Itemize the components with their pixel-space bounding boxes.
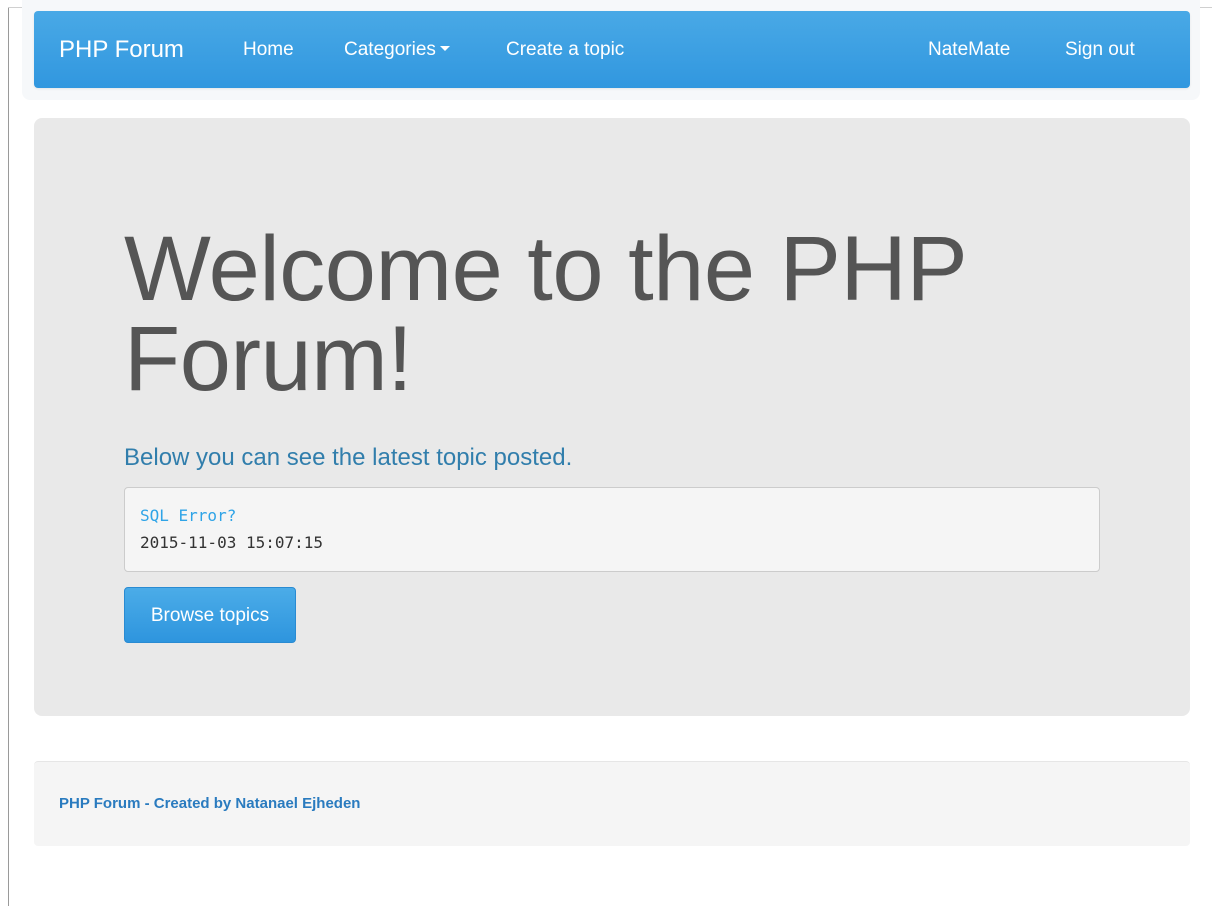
jumbotron: Welcome to the PHP Forum! Below you can … bbox=[34, 118, 1190, 716]
nav-item-sign-out[interactable]: Sign out bbox=[1065, 11, 1135, 88]
browse-topics-button[interactable]: Browse topics bbox=[124, 587, 296, 643]
brand-link[interactable]: PHP Forum bbox=[59, 11, 184, 88]
footer: PHP Forum - Created by Natanael Ejheden bbox=[34, 761, 1190, 846]
navbar: PHP Forum Home Categories Create a topic… bbox=[34, 11, 1190, 88]
lead-text: Below you can see the latest topic poste… bbox=[124, 444, 573, 471]
nav-item-create-topic[interactable]: Create a topic bbox=[506, 11, 624, 88]
page-title: Welcome to the PHP Forum! bbox=[124, 218, 966, 410]
nav-item-user[interactable]: NateMate bbox=[928, 11, 1010, 88]
nav-item-categories-label: Categories bbox=[344, 39, 436, 60]
latest-topic-box: SQL Error? 2015-11-03 15:07:15 bbox=[124, 487, 1100, 572]
footer-credit: PHP Forum - Created by Natanael Ejheden bbox=[59, 795, 361, 812]
nav-item-categories[interactable]: Categories bbox=[344, 11, 450, 88]
nav-item-home[interactable]: Home bbox=[243, 11, 294, 88]
latest-topic-link[interactable]: SQL Error? bbox=[140, 506, 236, 525]
latest-topic-date: 2015-11-03 15:07:15 bbox=[140, 533, 324, 552]
caret-down-icon bbox=[439, 46, 450, 52]
window-left-border bbox=[0, 0, 9, 906]
